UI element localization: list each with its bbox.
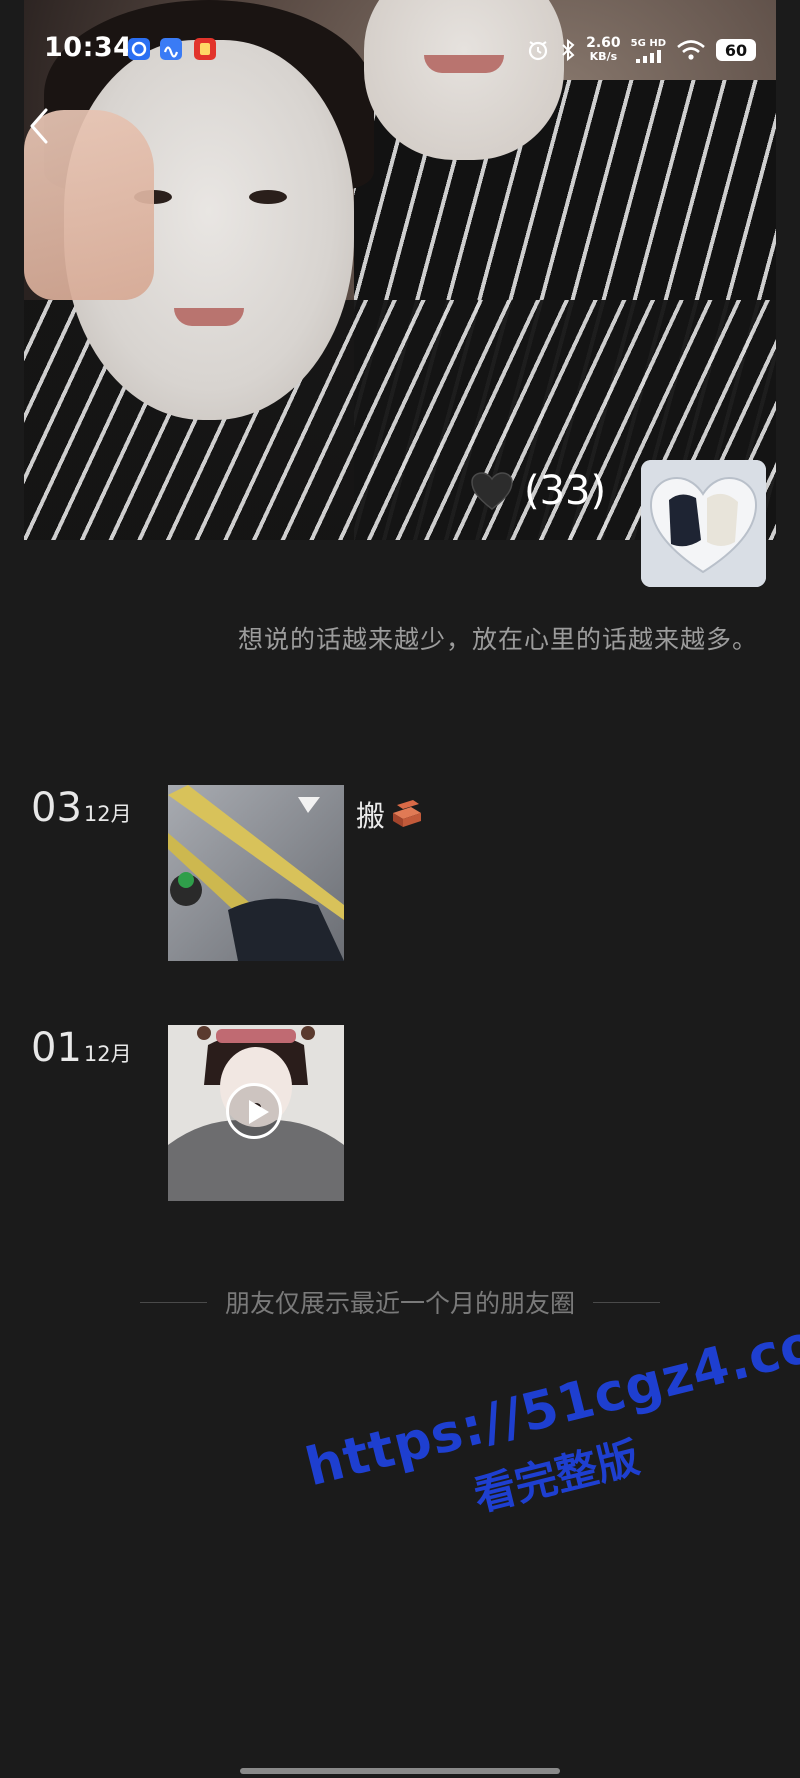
network-type-badge: 5G HD <box>630 37 666 49</box>
cellular-signal: 5G HD <box>631 38 666 63</box>
post-caption-text: 搬 <box>356 799 386 833</box>
profile-signature: 想说的话越来越少，放在心里的话越来越多。 <box>237 625 758 654</box>
heart-icon <box>471 472 513 510</box>
likes-count: (33) <box>524 468 607 514</box>
cover-eye <box>249 190 287 204</box>
back-button[interactable] <box>24 104 54 148</box>
network-speed-unit: KB/s <box>589 50 618 63</box>
post-thumbnail[interactable] <box>168 785 344 961</box>
cover-likes[interactable]: (33) <box>470 468 606 514</box>
notification-app-icon <box>160 38 182 60</box>
play-icon[interactable] <box>226 1083 282 1139</box>
alarm-icon <box>529 41 548 61</box>
wifi-icon <box>677 40 705 60</box>
brick-emoji-icon <box>393 800 422 827</box>
post-month: 12月 <box>83 802 132 826</box>
moments-profile-screen: 10:34 2.60 KB/s 5G HD 60 (33) 想说的话越来越少，放… <box>0 0 800 1778</box>
post-video-thumbnail[interactable] <box>168 1025 344 1201</box>
status-time: 10:34 <box>44 32 133 63</box>
status-right-group: 2.60 KB/s 5G HD 60 <box>526 34 756 66</box>
post-day: 01 <box>31 1025 82 1071</box>
visibility-notice-text: 朋友仅展示最近一个月的朋友圈 <box>225 1289 576 1318</box>
post-month: 12月 <box>83 1042 132 1066</box>
bluetooth-icon <box>562 38 575 62</box>
battery-indicator: 60 <box>716 39 756 61</box>
avatar-image <box>641 460 766 587</box>
divider <box>593 1301 661 1303</box>
notification-app-icon <box>194 38 216 60</box>
watermark: https://51cgz4.com 看完整版 <box>300 1300 800 1634</box>
post-date: 0312月 <box>31 785 132 831</box>
status-bar: 10:34 2.60 KB/s 5G HD 60 <box>0 0 800 100</box>
post-caption: 搬 <box>356 793 423 835</box>
network-speed-value: 2.60 <box>586 35 621 51</box>
visibility-notice: 朋友仅展示最近一个月的朋友圈 <box>140 1284 661 1320</box>
post-date: 0112月 <box>31 1025 132 1071</box>
divider <box>140 1301 207 1303</box>
notification-app-icon <box>128 38 150 60</box>
avatar[interactable] <box>641 460 766 587</box>
network-speed: 2.60 KB/s <box>586 36 621 64</box>
home-indicator[interactable] <box>240 1768 560 1774</box>
post-photo <box>168 785 344 961</box>
cover-mouth <box>174 308 244 326</box>
signal-bars-icon <box>636 49 662 63</box>
chevron-left-icon <box>30 108 48 144</box>
post-day: 03 <box>31 785 82 831</box>
